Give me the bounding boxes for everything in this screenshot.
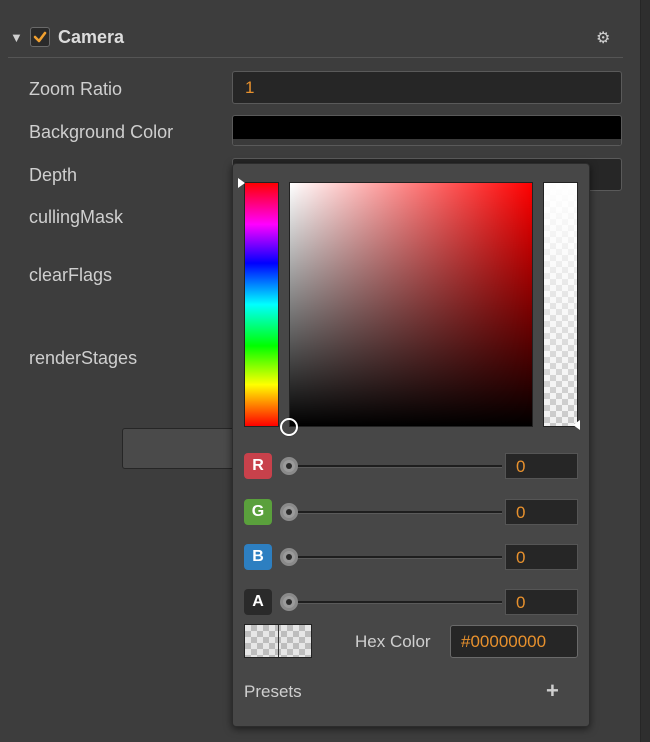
red-channel-value: 0 <box>516 457 526 476</box>
hue-marker[interactable] <box>238 178 245 188</box>
blue-channel-track[interactable] <box>290 556 502 559</box>
green-channel-track[interactable] <box>290 511 502 514</box>
hex-color-value: #00000000 <box>461 632 547 651</box>
hex-color-input[interactable]: #00000000 <box>450 625 578 658</box>
blue-channel-row: B 0 <box>244 544 578 570</box>
blue-channel-knob[interactable] <box>280 548 298 566</box>
red-channel-knob[interactable] <box>280 457 298 475</box>
alpha-marker[interactable] <box>573 420 580 430</box>
red-channel-badge: R <box>244 453 272 479</box>
preview-divider <box>278 625 279 657</box>
blue-channel-badge: B <box>244 544 272 570</box>
zoom-ratio-input[interactable]: 1 <box>232 71 622 104</box>
blue-channel-value: 0 <box>516 548 526 567</box>
plus-icon[interactable]: + <box>546 678 559 704</box>
red-channel-row: R 0 <box>244 453 578 479</box>
culling-mask-label: cullingMask <box>29 207 124 227</box>
background-color-swatch[interactable] <box>232 115 622 146</box>
render-stages-label: renderStages <box>29 348 138 368</box>
alpha-strip <box>233 139 621 145</box>
header-divider <box>8 57 623 58</box>
green-channel-input[interactable]: 0 <box>505 499 578 525</box>
green-channel-value: 0 <box>516 503 526 522</box>
component-title: Camera <box>58 27 125 47</box>
alpha-channel-input[interactable]: 0 <box>505 589 578 615</box>
saturation-value-handle[interactable] <box>280 418 298 436</box>
panel-scroll-edge <box>640 0 650 742</box>
zoom-ratio-value: 1 <box>245 78 255 97</box>
triangle-down-icon[interactable]: ▼ <box>10 30 23 45</box>
blue-channel-input[interactable]: 0 <box>505 544 578 570</box>
alpha-channel-value: 0 <box>516 593 526 612</box>
green-channel-knob[interactable] <box>280 503 298 521</box>
red-channel-track[interactable] <box>290 465 502 468</box>
background-color-label: Background Color <box>29 122 174 142</box>
color-preview <box>244 624 312 658</box>
saturation-value-area[interactable] <box>289 182 533 427</box>
check-icon <box>33 31 47 43</box>
hex-color-label: Hex Color <box>355 632 431 651</box>
hue-slider[interactable] <box>244 182 279 427</box>
alpha-channel-knob[interactable] <box>280 593 298 611</box>
red-channel-input[interactable]: 0 <box>505 453 578 479</box>
depth-label: Depth <box>29 165 78 185</box>
alpha-channel-track[interactable] <box>290 601 502 604</box>
color-picker-popup: R 0 G 0 B 0 A 0 Hex Color #00000000 Pres… <box>232 163 590 727</box>
green-channel-row: G 0 <box>244 499 578 525</box>
enabled-checkbox[interactable] <box>30 27 50 47</box>
clear-flags-label: clearFlags <box>29 265 113 285</box>
gear-icon[interactable]: ⚙ <box>596 28 610 48</box>
alpha-channel-row: A 0 <box>244 589 578 615</box>
hidden-button[interactable] <box>122 428 242 469</box>
alpha-slider[interactable] <box>543 182 578 427</box>
camera-component-header[interactable]: ▼ Camera ⚙ <box>0 22 630 56</box>
zoom-ratio-label: Zoom Ratio <box>29 79 123 99</box>
green-channel-badge: G <box>244 499 272 525</box>
presets-label: Presets <box>244 682 302 701</box>
alpha-channel-badge: A <box>244 589 272 615</box>
